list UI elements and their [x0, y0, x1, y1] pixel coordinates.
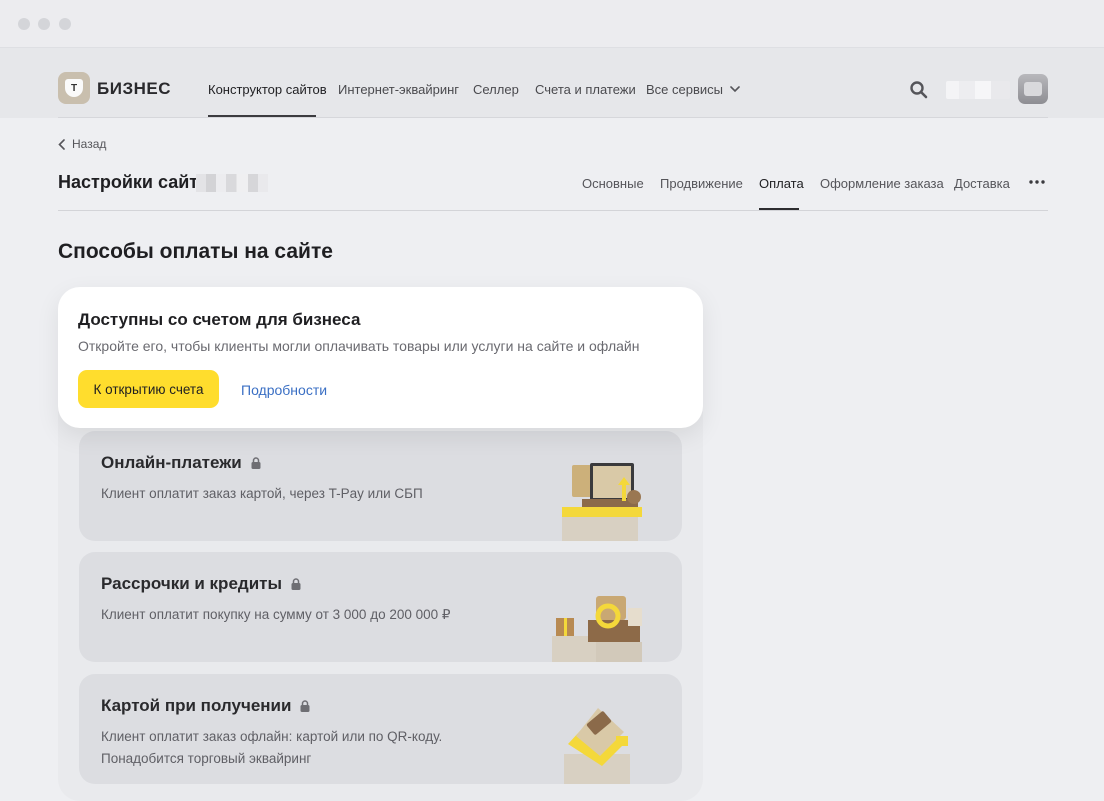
- page-title: Настройки сайта: [58, 172, 209, 192]
- card-description-line: Клиент оплатит заказ офлайн: картой или …: [101, 729, 443, 744]
- terminal-illustration-icon: [564, 708, 630, 784]
- top-header: Т БИЗНЕС Конструктор сайтов Интернет-экв…: [0, 48, 1104, 118]
- card-description: Клиент оплатит заказ офлайн: картой или …: [101, 726, 442, 770]
- gifts-illustration-icon: [552, 596, 642, 662]
- header-divider: [58, 117, 1048, 118]
- tab-delivery[interactable]: Доставка: [954, 176, 1010, 191]
- tab-payment[interactable]: Оплата: [759, 176, 804, 191]
- business-account-promo: Доступны со счетом для бизнеса Откройте …: [58, 287, 703, 428]
- card-title-text: Онлайн-платежи: [101, 453, 242, 472]
- window-minimize-dot[interactable]: [38, 18, 50, 30]
- chevron-down-icon: [730, 86, 740, 93]
- nav-item-accounts[interactable]: Счета и платежи: [535, 82, 636, 97]
- card-title: Картой при получении: [101, 696, 310, 716]
- lock-icon: [251, 457, 261, 469]
- more-icon[interactable]: [1029, 180, 1045, 184]
- nav-item-acquiring[interactable]: Интернет-эквайринг: [338, 82, 459, 97]
- window-maximize-dot[interactable]: [59, 18, 71, 30]
- payment-method-card-on-delivery[interactable]: Картой при получении Клиент оплатит зака…: [79, 674, 682, 784]
- details-link[interactable]: Подробности: [241, 382, 327, 398]
- promo-title: Доступны со счетом для бизнеса: [78, 310, 361, 329]
- brand-logo-icon[interactable]: Т: [58, 72, 90, 104]
- payment-method-card-online[interactable]: Онлайн-платежи Клиент оплатит заказ карт…: [79, 431, 682, 541]
- nav-item-seller[interactable]: Селлер: [473, 82, 519, 97]
- card-description: Клиент оплатит заказ картой, через T-Pay…: [101, 486, 423, 501]
- logo-letter: Т: [65, 79, 83, 97]
- window-titlebar: [0, 0, 1104, 48]
- avatar[interactable]: [1018, 74, 1048, 104]
- card-title: Онлайн-платежи: [101, 453, 261, 473]
- lock-icon: [291, 578, 301, 590]
- briefcase-icon: [1024, 82, 1042, 96]
- payment-method-card-installments[interactable]: Рассрочки и кредиты Клиент оплатит покуп…: [79, 552, 682, 662]
- tab-checkout[interactable]: Оформление заказа: [820, 176, 944, 191]
- site-name-blurred: [196, 174, 268, 192]
- user-name-blurred[interactable]: [946, 81, 1010, 99]
- card-description-line: Понадобится торговый эквайринг: [101, 751, 312, 766]
- promo-text: Откройте его, чтобы клиенты могли оплачи…: [78, 338, 640, 354]
- back-label: Назад: [72, 137, 107, 151]
- tabs-divider: [58, 210, 1048, 211]
- lock-icon: [300, 700, 310, 712]
- brand-name[interactable]: БИЗНЕС: [97, 79, 171, 99]
- back-link[interactable]: Назад: [58, 137, 106, 151]
- search-icon[interactable]: [909, 80, 929, 100]
- nav-item-all-services-label: Все сервисы: [646, 82, 723, 97]
- window-close-dot[interactable]: [18, 18, 30, 30]
- nav-item-all-services[interactable]: Все сервисы: [646, 82, 740, 97]
- tab-basic[interactable]: Основные: [582, 176, 644, 191]
- card-description: Клиент оплатит покупку на сумму от 3 000…: [101, 607, 451, 622]
- card-title-text: Рассрочки и кредиты: [101, 574, 282, 593]
- open-account-button[interactable]: К открытию счета: [78, 370, 219, 408]
- card-title-text: Картой при получении: [101, 696, 292, 715]
- card-title: Рассрочки и кредиты: [101, 574, 301, 594]
- laptop-illustration-icon: [562, 463, 642, 541]
- nav-item-site-builder[interactable]: Конструктор сайтов: [208, 82, 327, 97]
- chevron-left-icon: [58, 138, 65, 150]
- tab-promotion[interactable]: Продвижение: [660, 176, 743, 191]
- section-title: Способы оплаты на сайте: [58, 240, 333, 263]
